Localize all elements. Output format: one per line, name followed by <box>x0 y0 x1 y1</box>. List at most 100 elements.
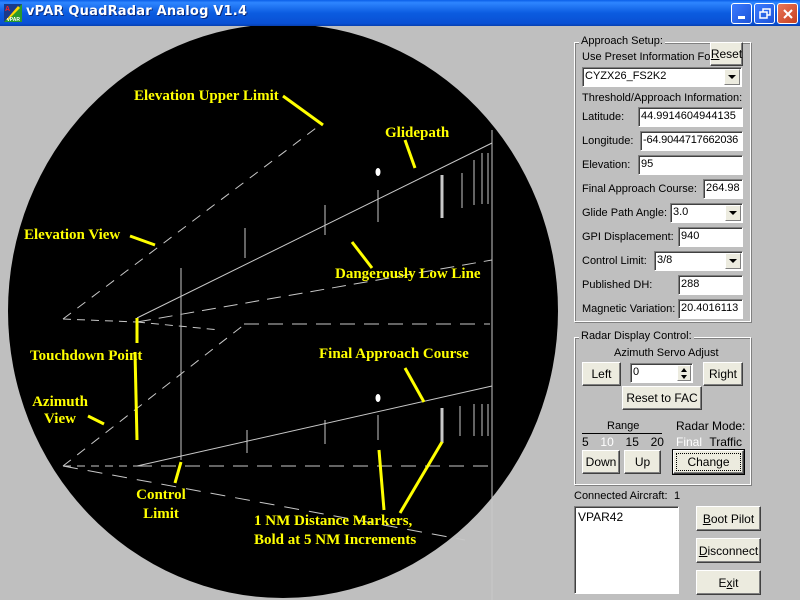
preset-label: Use Preset Information For: <box>582 51 718 63</box>
restore-button[interactable] <box>754 3 775 24</box>
aircraft-target-elevation <box>375 168 381 176</box>
range-up-button[interactable]: Up <box>624 450 661 474</box>
vpar-app-icon: A vPAR <box>4 4 22 22</box>
elevation-input[interactable]: 95 <box>638 155 743 175</box>
minimize-icon <box>738 16 745 19</box>
annotation-elevation-view: Elevation View <box>24 227 121 243</box>
reset-label: eset <box>719 47 743 61</box>
glide-path-angle-select[interactable]: 3.0 <box>670 203 743 223</box>
range-down-button[interactable]: Down <box>582 450 620 474</box>
longitude-label: Longitude: <box>582 135 634 147</box>
preset-dropdown-button[interactable] <box>724 69 740 85</box>
spinner-arrows[interactable] <box>677 365 691 381</box>
disconnect-mnemonic: D <box>698 543 708 558</box>
magnetic-variation-label: Magnetic Variation: <box>582 303 676 315</box>
radar-mode-label: Radar Mode: <box>676 419 746 433</box>
disconnect-label: isconnect <box>707 543 759 558</box>
preset-value: CYZX26_FS2K2 <box>585 70 667 82</box>
preset-select[interactable]: CYZX26_FS2K2 <box>582 67 742 87</box>
longitude-input[interactable]: -64.9044717662036 <box>640 131 743 151</box>
connected-aircraft-count: 1 <box>674 490 681 502</box>
approach-setup-title: Approach Setup: <box>579 35 665 47</box>
gpi-displacement-input[interactable]: 940 <box>678 227 743 247</box>
annotation-touchdown-point: Touchdown Point <box>30 348 143 364</box>
exit-label-rest: it <box>732 575 739 590</box>
latitude-input[interactable]: 44.9914604944135 <box>638 107 743 127</box>
annotation-glidepath: Glidepath <box>385 125 450 141</box>
mode-option: Final <box>676 435 703 449</box>
annotation-elevation-upper-limit: Elevation Upper Limit <box>134 88 279 104</box>
left-button[interactable]: Left <box>582 362 621 386</box>
reset-mnemonic: R <box>710 47 720 61</box>
annotation-control-limit-line1: Control <box>136 487 186 503</box>
range-option: 20 <box>650 435 664 449</box>
annotation-dangerously-low-line: Dangerously Low Line <box>335 266 481 282</box>
control-limit-select[interactable]: 3/8 <box>654 251 743 271</box>
annotation-azimuth-view: Azimuth View <box>28 394 92 428</box>
latitude-label: Latitude: <box>582 111 625 123</box>
chevron-down-icon <box>729 211 737 215</box>
svg-text:A: A <box>5 6 10 13</box>
published-dh-input[interactable]: 288 <box>678 275 743 295</box>
exit-label-pre: E <box>718 575 727 590</box>
mode-options: Final Traffic <box>676 435 742 449</box>
control-limit-value: 3/8 <box>657 254 673 266</box>
reset-to-fac-button[interactable]: Reset to FAC <box>622 386 702 410</box>
aircraft-target-azimuth <box>375 394 381 402</box>
restore-icon <box>758 7 771 19</box>
radar-display: Elevation Upper Limit Glidepath Elevatio… <box>0 26 570 600</box>
leader-touchdown-bottom <box>133 351 139 441</box>
connected-aircraft-list[interactable]: VPAR42 <box>574 506 679 594</box>
control-limit-label: Control Limit: <box>582 255 647 267</box>
window-title: vPAR QuadRadar Analog V1.4 <box>26 4 248 19</box>
spin-up-icon <box>681 368 687 372</box>
annotation-final-approach-course: Final Approach Course <box>319 346 469 362</box>
control-limit-dropdown-button[interactable] <box>725 253 741 269</box>
annotation-control-limit: Control Limit <box>126 486 196 524</box>
azimuth-servo-spinner[interactable]: 0 <box>630 363 693 383</box>
spin-down-icon <box>681 375 687 379</box>
range-option: 10 <box>600 435 614 449</box>
svg-text:vPAR: vPAR <box>7 17 20 22</box>
range-underline <box>582 433 662 434</box>
annotation-distance-markers-line2: Bold at 5 NM Increments <box>254 532 417 548</box>
reset-button[interactable]: Reset <box>710 42 743 66</box>
aircraft-items: VPAR42 <box>578 510 675 524</box>
disconnect-button[interactable]: Disconnect <box>696 538 761 563</box>
range-option: 5 <box>582 435 589 449</box>
gpi-displacement-label: GPI Displacement: <box>582 231 674 243</box>
change-mode-button[interactable]: Change <box>672 449 745 475</box>
close-button[interactable] <box>777 3 798 24</box>
radar-display-control-title: Radar Display Control: <box>579 330 694 342</box>
annotation-azimuth-view-line1: Azimuth <box>32 394 88 410</box>
magnetic-variation-input[interactable]: 20.4016113 <box>678 299 743 319</box>
glide-path-angle-label: Glide Path Angle: <box>582 207 668 219</box>
exit-button[interactable]: Ex it <box>696 570 761 595</box>
final-approach-course-label: Final Approach Course: <box>582 183 697 195</box>
annotation-azimuth-view-line2: View <box>44 411 76 427</box>
chevron-down-icon <box>729 259 737 263</box>
aircraft-list-item[interactable]: VPAR42 <box>578 510 675 524</box>
minimize-button[interactable] <box>731 3 752 24</box>
azimuth-servo-label: Azimuth Servo Adjust <box>614 347 719 359</box>
boot-mnemonic: B <box>702 511 711 526</box>
range-label: Range <box>607 420 640 432</box>
elevation-label: Elevation: <box>582 159 631 171</box>
published-dh-label: Published DH: <box>582 279 653 291</box>
annotation-distance-markers-line1: 1 NM Distance Markers, <box>254 513 413 529</box>
glide-path-dropdown-button[interactable] <box>725 205 741 221</box>
boot-label: oot Pilot <box>710 511 755 526</box>
azimuth-servo-value: 0 <box>633 366 640 378</box>
close-icon <box>782 8 793 19</box>
final-approach-course-input[interactable]: 264.98 <box>703 179 743 199</box>
mode-option: Traffic <box>709 435 742 449</box>
change-mode-label: Change <box>676 453 741 471</box>
title-bar: A vPAR vPAR QuadRadar Analog V1.4 <box>0 0 800 26</box>
boot-pilot-button[interactable]: Boot Pilot <box>696 506 761 531</box>
right-button[interactable]: Right <box>703 362 743 386</box>
annotation-control-limit-line2: Limit <box>143 506 179 522</box>
threshold-heading: Threshold/Approach Information: <box>582 92 743 104</box>
annotation-distance-markers: 1 NM Distance Markers, Bold at 5 NM Incr… <box>254 512 416 550</box>
connected-aircraft-label: Connected Aircraft: <box>574 490 668 502</box>
chevron-down-icon <box>728 75 736 79</box>
